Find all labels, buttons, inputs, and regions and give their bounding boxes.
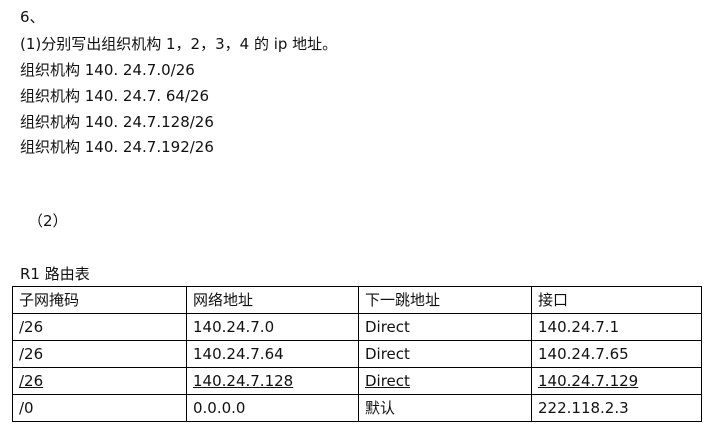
table-header-row: 子网掩码 网络地址 下一跳地址 接口 <box>12 286 702 314</box>
org-line-2: 组织机构 140. 24.7. 64/26 <box>20 87 210 105</box>
question-number: 6、 <box>20 8 45 26</box>
org-line-1: 组织机构 140. 24.7.0/26 <box>20 61 195 79</box>
table-cell-text: 140.24.7.129 <box>538 372 639 390</box>
table-cell: /26 <box>12 367 187 395</box>
table-cell: 0.0.0.0 <box>186 394 359 422</box>
org-line-4: 组织机构 140. 24.7.192/26 <box>20 138 214 156</box>
table-row: /26 140.24.7.128 Direct 140.24.7.129 <box>12 367 702 395</box>
table-cell-text: 140.24.7.128 <box>193 372 294 390</box>
table-cell-text: /26 <box>19 372 44 390</box>
routing-table-title: R1 路由表 <box>20 265 90 283</box>
table-cell: /0 <box>12 394 187 422</box>
table-cell: 140.24.7.0 <box>186 313 359 341</box>
header-cell-mask: 子网掩码 <box>12 286 187 314</box>
table-cell: /26 <box>12 340 187 368</box>
org-line-3: 组织机构 140. 24.7.128/26 <box>20 113 214 131</box>
table-cell: Direct <box>358 367 532 395</box>
header-cell-network: 网络地址 <box>186 286 359 314</box>
table-cell: 140.24.7.129 <box>531 367 702 395</box>
header-cell-next-hop: 下一跳地址 <box>358 286 532 314</box>
table-cell: /26 <box>12 313 187 341</box>
header-cell-interface: 接口 <box>531 286 702 314</box>
table-cell: 140.24.7.64 <box>186 340 359 368</box>
table-cell: Direct <box>358 313 532 341</box>
table-row: /26 140.24.7.0 Direct 140.24.7.1 <box>12 313 702 341</box>
table-cell: Direct <box>358 340 532 368</box>
table-cell: 140.24.7.1 <box>531 313 702 341</box>
table-cell: 默认 <box>358 394 532 422</box>
table-cell: 140.24.7.65 <box>531 340 702 368</box>
table-row: /26 140.24.7.64 Direct 140.24.7.65 <box>12 340 702 368</box>
table-cell-text: Direct <box>365 372 410 390</box>
table-cell: 222.118.2.3 <box>531 394 702 422</box>
part-2-label: （2） <box>28 212 68 230</box>
question-text: (1)分别写出组织机构 1，2，3，4 的 ip 地址。 <box>20 35 338 53</box>
table-row: /0 0.0.0.0 默认 222.118.2.3 <box>12 394 702 422</box>
table-cell: 140.24.7.128 <box>186 367 359 395</box>
routing-table: 子网掩码 网络地址 下一跳地址 接口 /26 140.24.7.0 Direct… <box>12 286 702 422</box>
